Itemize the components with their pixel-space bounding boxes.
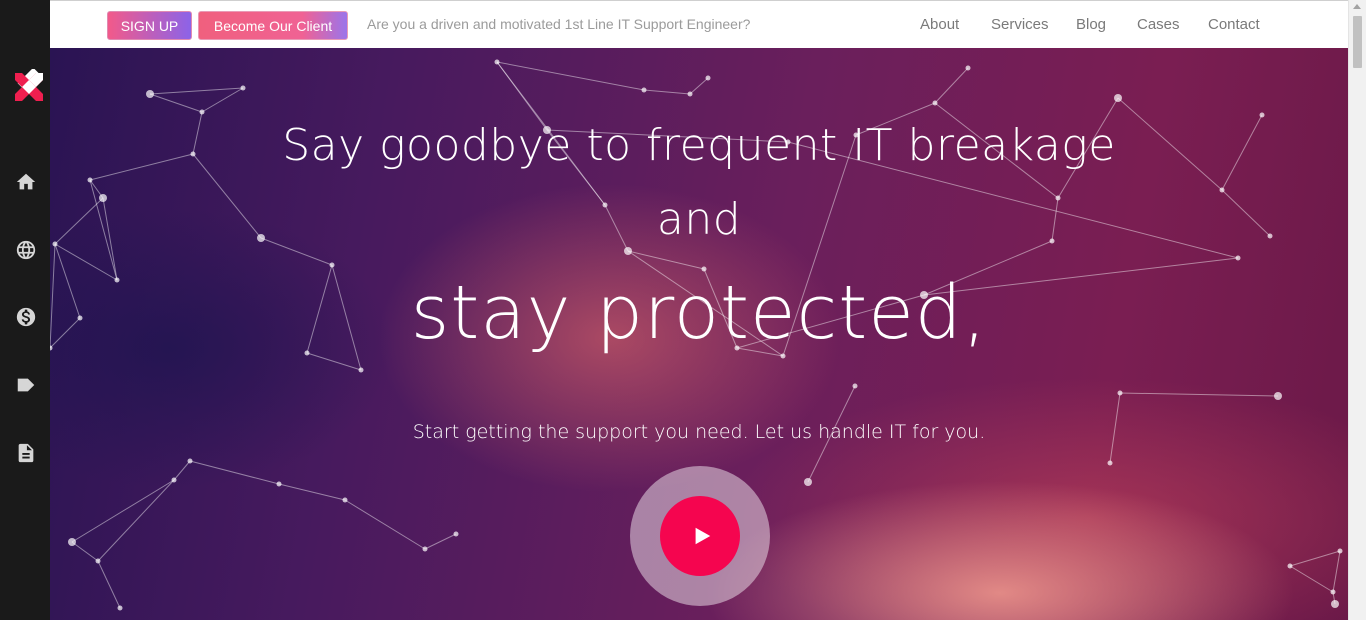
network-node bbox=[1287, 563, 1293, 569]
job-tagline[interactable]: Are you a driven and motivated 1st Line … bbox=[367, 16, 750, 32]
network-node bbox=[1114, 94, 1122, 102]
nav-blog[interactable]: Blog bbox=[1076, 16, 1106, 33]
play-button[interactable] bbox=[660, 496, 740, 576]
network-node bbox=[1274, 392, 1282, 400]
network-node bbox=[68, 538, 76, 546]
globe-icon[interactable] bbox=[14, 238, 38, 262]
network-line bbox=[201, 87, 244, 113]
network-node bbox=[187, 458, 193, 464]
network-node bbox=[1259, 112, 1265, 118]
network-node bbox=[965, 65, 971, 71]
hero-section: Say goodbye to frequent IT breakage and … bbox=[50, 48, 1348, 620]
network-line bbox=[627, 250, 705, 270]
network-node bbox=[171, 477, 177, 483]
network-line bbox=[643, 89, 691, 95]
network-line bbox=[1289, 565, 1334, 593]
signup-button[interactable]: SIGN UP bbox=[107, 11, 192, 40]
network-node bbox=[852, 383, 858, 389]
network-node bbox=[641, 87, 647, 93]
hero-headline-line3: stay protected, bbox=[410, 270, 988, 356]
network-line bbox=[344, 499, 426, 550]
x-logo-icon[interactable] bbox=[13, 67, 45, 101]
become-client-button[interactable]: Become Our Client bbox=[198, 11, 348, 40]
network-node bbox=[1337, 548, 1343, 554]
network-node bbox=[1117, 390, 1123, 396]
network-node bbox=[87, 177, 93, 183]
network-line bbox=[689, 77, 709, 95]
scroll-up-arrow[interactable] bbox=[1353, 4, 1361, 9]
document-icon[interactable] bbox=[14, 441, 38, 465]
network-node bbox=[705, 75, 711, 81]
network-node bbox=[146, 90, 154, 98]
nav-services[interactable]: Services bbox=[991, 16, 1049, 33]
network-line bbox=[189, 460, 280, 485]
nav-contact[interactable]: Contact bbox=[1208, 16, 1260, 33]
dollar-icon[interactable] bbox=[14, 305, 38, 329]
scroll-thumb[interactable] bbox=[1353, 16, 1362, 68]
network-node bbox=[804, 478, 812, 486]
network-line bbox=[71, 541, 99, 562]
network-line bbox=[934, 67, 969, 104]
top-navigation: SIGN UP Become Our Client Are you a driv… bbox=[50, 0, 1348, 48]
network-node bbox=[276, 481, 282, 487]
network-node bbox=[494, 59, 500, 65]
network-line bbox=[71, 479, 175, 543]
hero-headline-line1: Say goodbye to frequent IT breakage bbox=[282, 120, 1116, 171]
network-node bbox=[329, 262, 335, 268]
network-line bbox=[149, 87, 244, 95]
network-node bbox=[95, 558, 101, 564]
network-line bbox=[496, 61, 645, 91]
network-node bbox=[624, 247, 632, 255]
home-icon[interactable] bbox=[14, 170, 38, 194]
network-node bbox=[342, 497, 348, 503]
hero-subtitle: Start getting the support you need. Let … bbox=[412, 421, 986, 443]
network-line bbox=[173, 460, 191, 481]
network-node bbox=[358, 367, 364, 373]
network-line bbox=[1289, 550, 1341, 567]
vertical-scrollbar[interactable] bbox=[1348, 0, 1366, 620]
network-node bbox=[1330, 589, 1336, 595]
nav-about[interactable]: About bbox=[920, 16, 959, 33]
network-node bbox=[932, 100, 938, 106]
network-line bbox=[97, 560, 121, 609]
network-line bbox=[278, 483, 346, 501]
hero-headline-line2: and bbox=[656, 194, 742, 245]
network-line bbox=[97, 479, 175, 562]
network-node bbox=[1235, 255, 1241, 261]
nav-cases[interactable]: Cases bbox=[1137, 16, 1180, 33]
network-node bbox=[199, 109, 205, 115]
network-line bbox=[1119, 392, 1279, 397]
label-icon[interactable] bbox=[14, 373, 38, 397]
network-node bbox=[1107, 460, 1113, 466]
network-node bbox=[117, 605, 123, 611]
network-node bbox=[240, 85, 246, 91]
sidebar bbox=[0, 0, 50, 620]
network-node bbox=[453, 531, 459, 537]
play-icon bbox=[695, 527, 710, 545]
network-node bbox=[422, 546, 428, 552]
network-node bbox=[1331, 600, 1339, 608]
play-button-ring[interactable] bbox=[630, 466, 770, 606]
network-line bbox=[424, 533, 457, 550]
network-node bbox=[687, 91, 693, 97]
network-node bbox=[1219, 187, 1225, 193]
network-line bbox=[149, 93, 203, 113]
network-line bbox=[1332, 550, 1341, 593]
